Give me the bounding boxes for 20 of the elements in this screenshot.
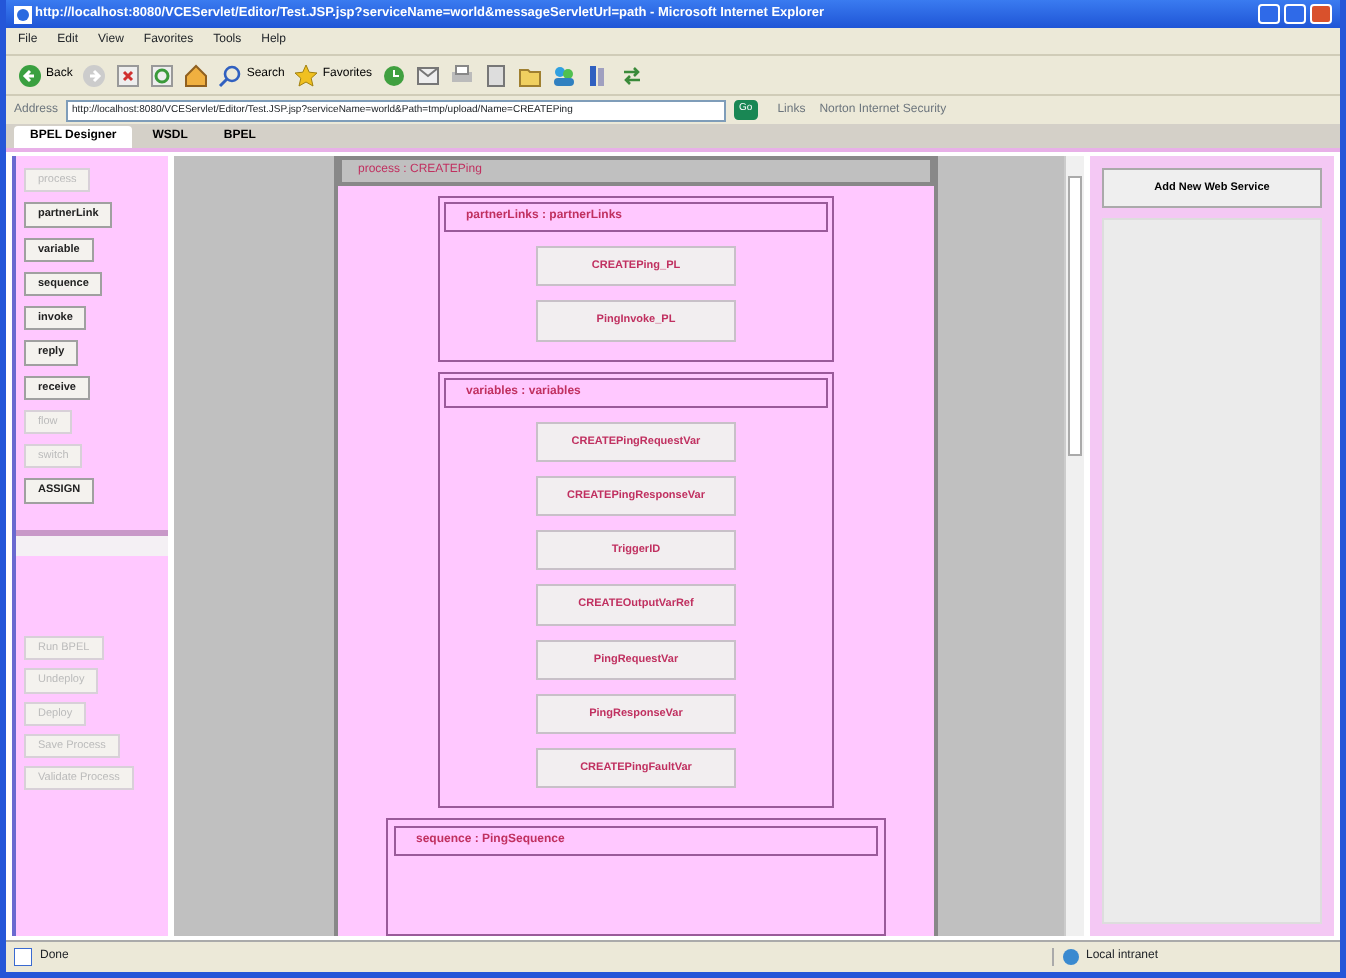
people-icon[interactable] [552, 63, 577, 87]
close-button[interactable] [1310, 4, 1332, 24]
search-icon [218, 63, 243, 87]
printer-icon[interactable] [450, 63, 475, 87]
arrows-icon[interactable] [620, 63, 645, 87]
house-icon[interactable] [184, 63, 209, 87]
scrollbar[interactable] [1064, 156, 1084, 936]
maximize-button[interactable] [1284, 4, 1306, 24]
ie-icon [14, 5, 32, 23]
minimize-button[interactable] [1258, 4, 1280, 24]
star-icon [294, 63, 319, 87]
stop-icon[interactable] [116, 63, 141, 87]
document-icon[interactable] [484, 63, 509, 87]
page-icon [14, 948, 32, 966]
clock-icon[interactable] [382, 63, 407, 87]
back-icon [18, 63, 42, 87]
folder-icon[interactable] [518, 63, 543, 87]
refresh-icon[interactable] [150, 63, 175, 87]
envelope-icon[interactable] [416, 63, 441, 87]
globe-icon [1062, 948, 1080, 966]
